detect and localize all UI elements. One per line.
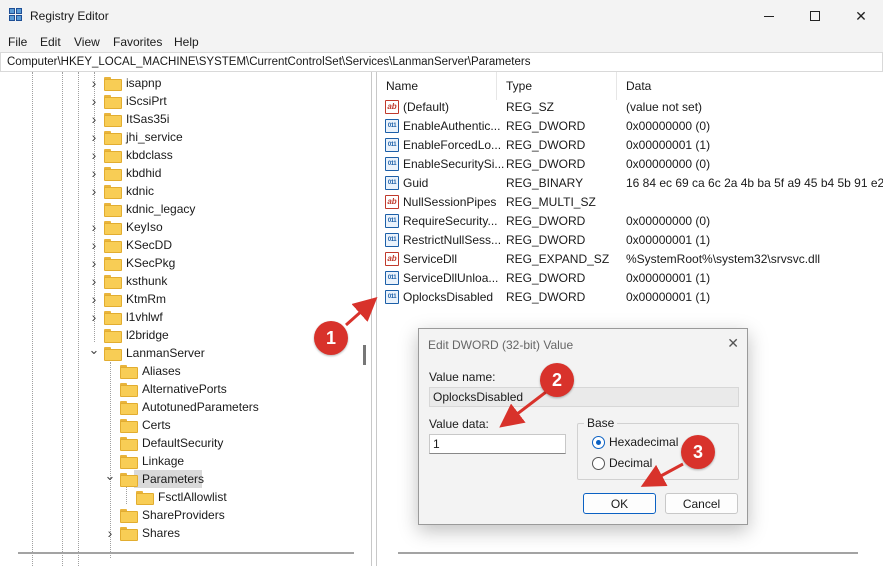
annotation-arrows: [345, 297, 684, 487]
step-3-arrow: [640, 462, 684, 487]
step-2-arrow: [499, 390, 547, 428]
step-1-badge: 1: [314, 321, 348, 355]
step-3-badge: 3: [681, 435, 715, 469]
step-1-arrow: [345, 297, 378, 327]
step-2-badge: 2: [540, 363, 574, 397]
